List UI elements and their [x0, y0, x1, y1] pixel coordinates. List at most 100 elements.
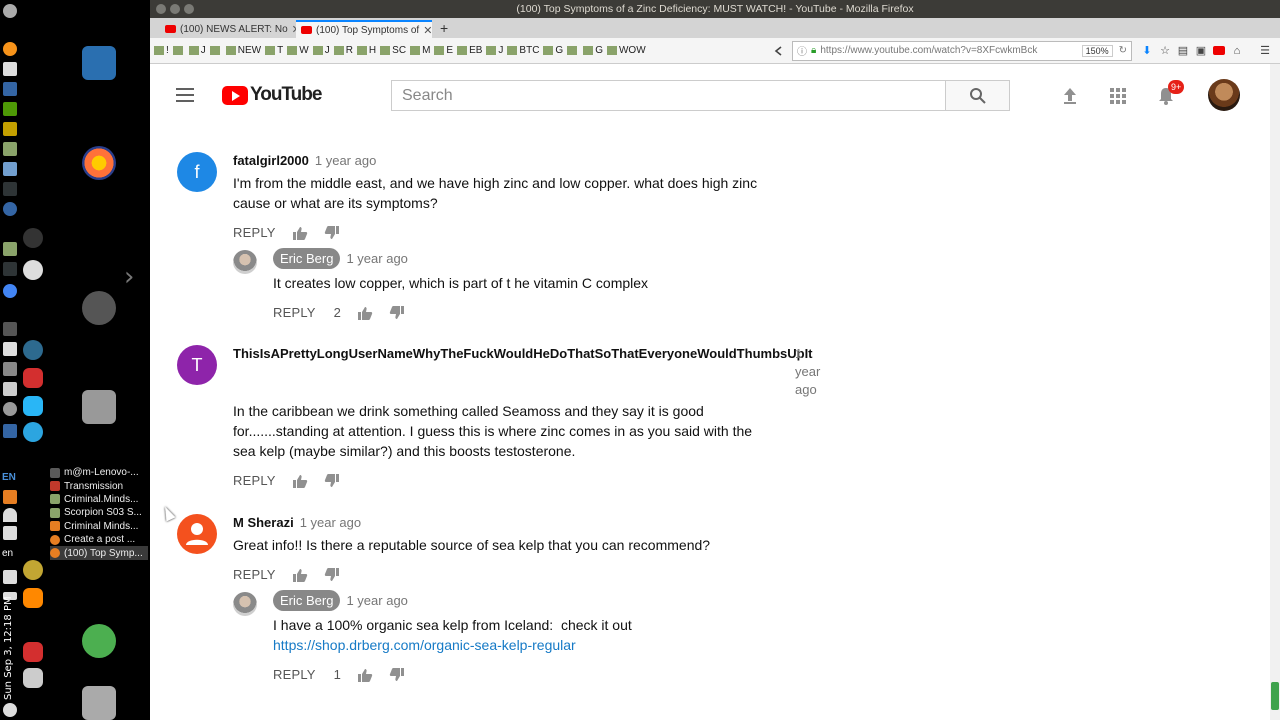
minimize-window-icon[interactable]	[170, 4, 180, 14]
comment-timestamp[interactable]: 1 year ago	[346, 251, 407, 266]
zoom-level[interactable]: 150%	[1081, 44, 1113, 57]
task-item[interactable]: Scorpion S03 S...	[50, 506, 148, 519]
comment-timestamp[interactable]: 1 year ago	[795, 345, 820, 399]
bookmark-item[interactable]	[567, 45, 579, 56]
bookmark-item[interactable]: R	[333, 45, 353, 56]
obs-icon[interactable]	[23, 228, 43, 248]
comment-author[interactable]: M Sherazi	[233, 515, 294, 530]
bookmark-item[interactable]: T	[265, 45, 283, 56]
screenshot-icon[interactable]	[23, 668, 43, 688]
bluetooth-icon[interactable]	[3, 450, 17, 464]
dock-expand-arrow[interactable]: ›	[124, 262, 134, 292]
task-item[interactable]: Criminal Minds...	[50, 520, 148, 533]
home-icon[interactable]: ⌂	[1228, 42, 1246, 60]
bookmark-item[interactable]: BTC	[507, 45, 539, 56]
monitor-icon[interactable]	[3, 322, 17, 336]
text-editor-icon[interactable]	[3, 62, 17, 76]
tab-zinc-video[interactable]: (100) Top Symptoms of ✕	[296, 20, 432, 38]
bookmark-item[interactable]: J	[486, 45, 503, 56]
task-item[interactable]: (100) Top Symp...	[50, 546, 148, 560]
info-icon[interactable]: ⓘ	[797, 43, 807, 58]
ubuntu-logo-icon[interactable]	[3, 4, 17, 18]
chrome-icon[interactable]	[3, 284, 17, 298]
vlc-icon[interactable]	[23, 260, 43, 280]
bookmark-item[interactable]	[172, 45, 185, 56]
wifi-icon[interactable]	[3, 508, 17, 522]
close-tab-icon[interactable]: ✕	[419, 24, 432, 37]
vlc-cone-icon[interactable]	[23, 588, 43, 608]
filezilla-icon[interactable]	[23, 368, 43, 388]
download-icon[interactable]: ⬇	[1138, 42, 1156, 60]
files-icon[interactable]	[3, 142, 17, 156]
bookmark-item[interactable]: EB	[457, 45, 482, 56]
creator-author-chip[interactable]: Eric Berg	[273, 590, 341, 611]
spreadsheet-icon[interactable]	[3, 102, 17, 116]
reply-button[interactable]: REPLY	[233, 567, 276, 582]
bookmark-item[interactable]: H	[356, 45, 376, 56]
close-tab-icon[interactable]: ✕	[288, 23, 296, 36]
reply-button[interactable]: REPLY	[273, 305, 316, 320]
guide-menu-icon[interactable]	[176, 88, 194, 102]
comment-timestamp[interactable]: 1 year ago	[315, 153, 376, 168]
avatar[interactable]	[233, 592, 257, 616]
reload-icon[interactable]: ↻	[1119, 45, 1127, 56]
lock-icon[interactable]: 🔒︎	[811, 45, 816, 56]
terminal-icon[interactable]	[3, 262, 17, 276]
bookmark-item[interactable]: J	[188, 45, 206, 56]
clock[interactable]: Sun Sep 3, 12:18 PM	[3, 596, 14, 700]
upload-icon[interactable]	[1060, 86, 1080, 106]
bitcoin-icon[interactable]	[3, 42, 17, 56]
bookmark-item[interactable]: G	[583, 45, 603, 56]
telegram-icon[interactable]	[23, 422, 43, 442]
search-button[interactable]	[946, 80, 1010, 111]
atom-icon[interactable]	[23, 340, 43, 360]
user-avatar[interactable]	[1208, 79, 1240, 111]
comment-timestamp[interactable]: 1 year ago	[300, 515, 361, 530]
notification-badge[interactable]: 9+	[1168, 80, 1185, 94]
thumbs-up-icon[interactable]	[292, 568, 308, 582]
archive-icon[interactable]	[82, 390, 116, 424]
avatar[interactable]: f	[177, 152, 217, 192]
maximize-window-icon[interactable]	[184, 4, 194, 14]
window-titlebar[interactable]: (100) Top Symptoms of a Zinc Deficiency:…	[150, 0, 1280, 18]
tab-news-alert[interactable]: (100) NEWS ALERT: No ✕	[160, 20, 296, 38]
comment-timestamp[interactable]: 1 year ago	[346, 593, 407, 608]
task-item[interactable]: Transmission	[50, 479, 148, 492]
bookmark-star-icon[interactable]: ☆	[1156, 42, 1174, 60]
url-bar[interactable]: ⓘ 🔒︎ https://www.youtube.com/watch?v=8XF…	[792, 40, 1132, 61]
bookmark-item[interactable]: NEW	[225, 45, 261, 56]
search-input[interactable]	[391, 80, 946, 111]
bookmark-item[interactable]: !	[154, 45, 169, 56]
bookmark-item[interactable]: WOW	[606, 45, 646, 56]
keyboard-icon[interactable]	[3, 424, 17, 438]
comment-author[interactable]: fatalgirl2000	[233, 153, 309, 168]
power-off-icon[interactable]	[3, 703, 17, 717]
screenshot-icon[interactable]: ▣	[1192, 42, 1210, 60]
thumbs-up-icon[interactable]	[357, 306, 373, 320]
user-icon[interactable]	[3, 526, 17, 540]
reply-button[interactable]: REPLY	[233, 225, 276, 240]
reply-button[interactable]: REPLY	[233, 473, 276, 488]
creator-author-chip[interactable]: Eric Berg	[273, 248, 341, 269]
scrollbar-thumb[interactable]	[1271, 682, 1279, 710]
bookmark-item[interactable]	[209, 45, 222, 56]
filezilla-icon[interactable]	[23, 642, 43, 662]
folder-icon[interactable]	[3, 242, 17, 256]
volume-icon[interactable]	[3, 570, 17, 584]
apps-grid-icon[interactable]	[1108, 86, 1128, 106]
bookmark-item[interactable]: G	[543, 45, 563, 56]
user-switch-icon[interactable]	[82, 624, 116, 658]
power-icon[interactable]	[3, 490, 17, 504]
keyboard-layout-indicator[interactable]: EN	[2, 472, 16, 483]
thumbs-up-icon[interactable]	[292, 226, 308, 240]
calculator-icon[interactable]	[3, 162, 17, 176]
monitor-icon[interactable]	[3, 182, 17, 196]
avatar[interactable]	[177, 514, 217, 554]
bookmark-item[interactable]: M	[410, 45, 430, 56]
thumbs-down-icon[interactable]	[389, 305, 405, 320]
comment-link[interactable]: https://shop.drberg.com/organic-sea-kelp…	[273, 637, 576, 653]
task-item[interactable]: m@m-Lenovo-...	[50, 466, 148, 479]
settings-icon[interactable]	[82, 291, 116, 325]
dogecoin-icon[interactable]	[23, 560, 43, 580]
shield-icon[interactable]	[3, 342, 17, 356]
